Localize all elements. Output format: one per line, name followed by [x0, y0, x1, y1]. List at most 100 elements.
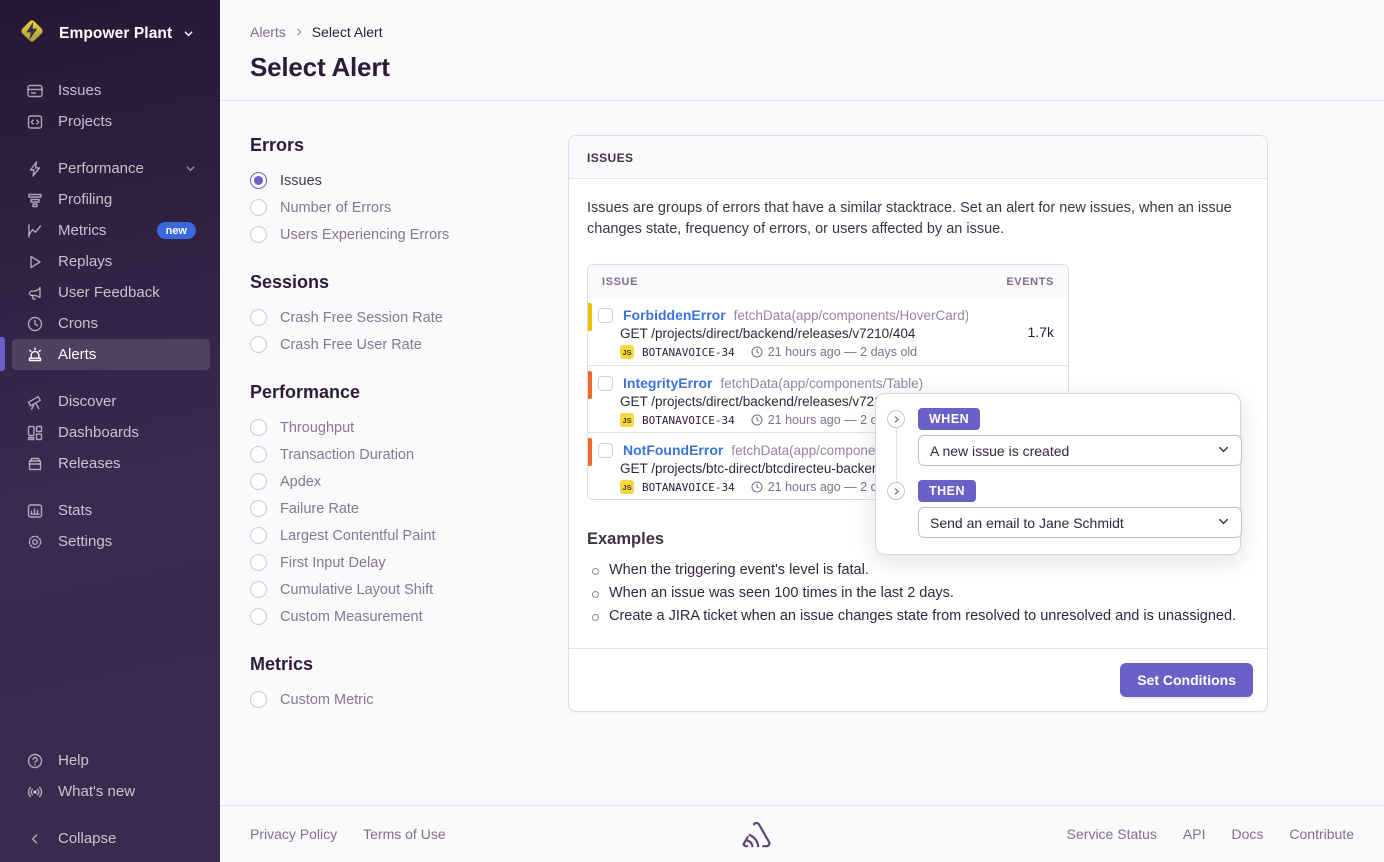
radio-icon[interactable]	[250, 419, 267, 436]
sidebar-item-metrics[interactable]: Metrics new	[0, 215, 220, 246]
alert-option-throughput[interactable]: Throughput	[250, 414, 555, 441]
group-heading: Metrics	[250, 654, 555, 675]
issue-checkbox[interactable]	[598, 443, 613, 458]
sentry-org-logo	[16, 15, 48, 52]
main-content: Alerts Select Alert Select Alert Errors …	[220, 0, 1384, 862]
alert-option-issues[interactable]: Issues	[250, 167, 555, 194]
api-link[interactable]: API	[1183, 826, 1206, 842]
alert-option-crash-free-session-rate[interactable]: Crash Free Session Rate	[250, 304, 555, 331]
alert-option-largest-contentful-paint[interactable]: Largest Contentful Paint	[250, 522, 555, 549]
sidebar-item-crons[interactable]: Crons	[0, 308, 220, 339]
page-title: Select Alert	[250, 52, 1354, 83]
sidebar-collapse-button[interactable]: Collapse	[0, 823, 220, 854]
chevron-right-icon	[294, 24, 304, 40]
sidebar-item-alerts[interactable]: Alerts	[12, 339, 210, 370]
sidebar-item-label: Replays	[58, 253, 112, 270]
alert-option-custom-metric[interactable]: Custom Metric	[250, 686, 555, 713]
radio-icon[interactable]	[250, 527, 267, 544]
page-header: Alerts Select Alert Select Alert	[220, 0, 1384, 101]
sidebar-item-performance[interactable]: Performance	[0, 153, 220, 184]
javascript-platform-icon: JS	[620, 413, 634, 427]
radio-icon[interactable]	[250, 226, 267, 243]
contribute-link[interactable]: Contribute	[1289, 826, 1354, 842]
then-action-value: Send an email to Jane Schmidt	[930, 515, 1124, 531]
when-condition-select[interactable]: A new issue is created	[918, 435, 1242, 466]
set-conditions-button[interactable]: Set Conditions	[1120, 663, 1253, 697]
clock-icon	[751, 481, 763, 493]
sidebar-item-replays[interactable]: Replays	[0, 246, 220, 277]
radio-icon[interactable]	[250, 473, 267, 490]
docs-link[interactable]: Docs	[1232, 826, 1264, 842]
sidebar-item-help[interactable]: Help	[0, 745, 220, 776]
alert-option-first-input-delay[interactable]: First Input Delay	[250, 549, 555, 576]
issue-title-link[interactable]: ForbiddenError	[623, 307, 726, 323]
radio-icon[interactable]	[250, 172, 267, 189]
breadcrumb-current: Select Alert	[312, 24, 383, 40]
org-switcher[interactable]: Empower Plant	[0, 0, 220, 52]
radio-icon[interactable]	[250, 446, 267, 463]
table-row[interactable]: ForbiddenError fetchData(app/components/…	[588, 298, 1068, 365]
projects-icon	[26, 113, 44, 131]
sidebar: Empower Plant Issues Projects Performanc…	[0, 0, 220, 862]
sidebar-item-label: Help	[58, 752, 89, 769]
then-action-select[interactable]: Send an email to Jane Schmidt	[918, 507, 1242, 538]
sidebar-item-projects[interactable]: Projects	[0, 106, 220, 137]
radio-icon[interactable]	[250, 581, 267, 598]
alert-type-options: Errors Issues Number of Errors Users Exp…	[250, 135, 555, 737]
breadcrumb-alerts-link[interactable]: Alerts	[250, 24, 286, 40]
alert-option-crash-free-user-rate[interactable]: Crash Free User Rate	[250, 331, 555, 358]
sidebar-item-label: Projects	[58, 113, 112, 130]
sidebar-item-profiling[interactable]: Profiling	[0, 184, 220, 215]
example-item: Create a JIRA ticket when an issue chang…	[587, 605, 1249, 628]
radio-icon[interactable]	[250, 691, 267, 708]
sidebar-item-label: Profiling	[58, 191, 112, 208]
alert-option-number-of-errors[interactable]: Number of Errors	[250, 194, 555, 221]
alert-option-cumulative-layout-shift[interactable]: Cumulative Layout Shift	[250, 576, 555, 603]
alert-option-custom-measurement[interactable]: Custom Measurement	[250, 603, 555, 630]
sidebar-item-label: User Feedback	[58, 284, 160, 301]
app-root: Empower Plant Issues Projects Performanc…	[0, 0, 1384, 862]
sidebar-item-whats-new[interactable]: What's new	[0, 776, 220, 807]
option-group-performance: Performance Throughput Transaction Durat…	[250, 382, 555, 630]
option-group-sessions: Sessions Crash Free Session Rate Crash F…	[250, 272, 555, 358]
issue-checkbox[interactable]	[598, 308, 613, 323]
chevron-circle-icon	[887, 410, 905, 428]
sidebar-item-user-feedback[interactable]: User Feedback	[0, 277, 220, 308]
alert-option-transaction-duration[interactable]: Transaction Duration	[250, 441, 555, 468]
radio-icon[interactable]	[250, 309, 267, 326]
sidebar-item-discover[interactable]: Discover	[0, 386, 220, 417]
terms-of-use-link[interactable]: Terms of Use	[363, 826, 445, 842]
panel-footer: Set Conditions	[569, 648, 1267, 711]
issue-culprit: fetchData(app/component	[731, 443, 886, 458]
issue-title-link[interactable]: NotFoundError	[623, 442, 723, 458]
sidebar-item-label: Releases	[58, 455, 121, 472]
issue-checkbox[interactable]	[598, 376, 613, 391]
replays-icon	[26, 253, 44, 271]
option-group-metrics: Metrics Custom Metric	[250, 654, 555, 713]
radio-icon[interactable]	[250, 500, 267, 517]
clock-icon	[751, 414, 763, 426]
issue-title-link[interactable]: IntegrityError	[623, 375, 712, 391]
alert-option-failure-rate[interactable]: Failure Rate	[250, 495, 555, 522]
radio-icon[interactable]	[250, 554, 267, 571]
radio-icon[interactable]	[250, 608, 267, 625]
sidebar-item-issues[interactable]: Issues	[0, 75, 220, 106]
service-status-link[interactable]: Service Status	[1067, 826, 1157, 842]
alert-option-users-experiencing-errors[interactable]: Users Experiencing Errors	[250, 221, 555, 248]
user-feedback-icon	[26, 284, 44, 302]
alert-option-apdex[interactable]: Apdex	[250, 468, 555, 495]
sidebar-item-stats[interactable]: Stats	[0, 495, 220, 526]
sidebar-item-settings[interactable]: Settings	[0, 526, 220, 557]
radio-icon[interactable]	[250, 336, 267, 353]
sidebar-item-dashboards[interactable]: Dashboards	[0, 417, 220, 448]
page-footer: Privacy Policy Terms of Use Service Stat…	[220, 805, 1384, 862]
chevron-down-icon	[185, 163, 196, 174]
crons-icon	[26, 315, 44, 333]
privacy-policy-link[interactable]: Privacy Policy	[250, 826, 337, 842]
sidebar-item-label: Stats	[58, 502, 92, 519]
sidebar-item-label: Performance	[58, 160, 144, 177]
radio-icon[interactable]	[250, 199, 267, 216]
sidebar-item-releases[interactable]: Releases	[0, 448, 220, 479]
sidebar-bottom: Help What's new Collapse	[0, 745, 220, 854]
sidebar-item-label: What's new	[58, 783, 135, 800]
